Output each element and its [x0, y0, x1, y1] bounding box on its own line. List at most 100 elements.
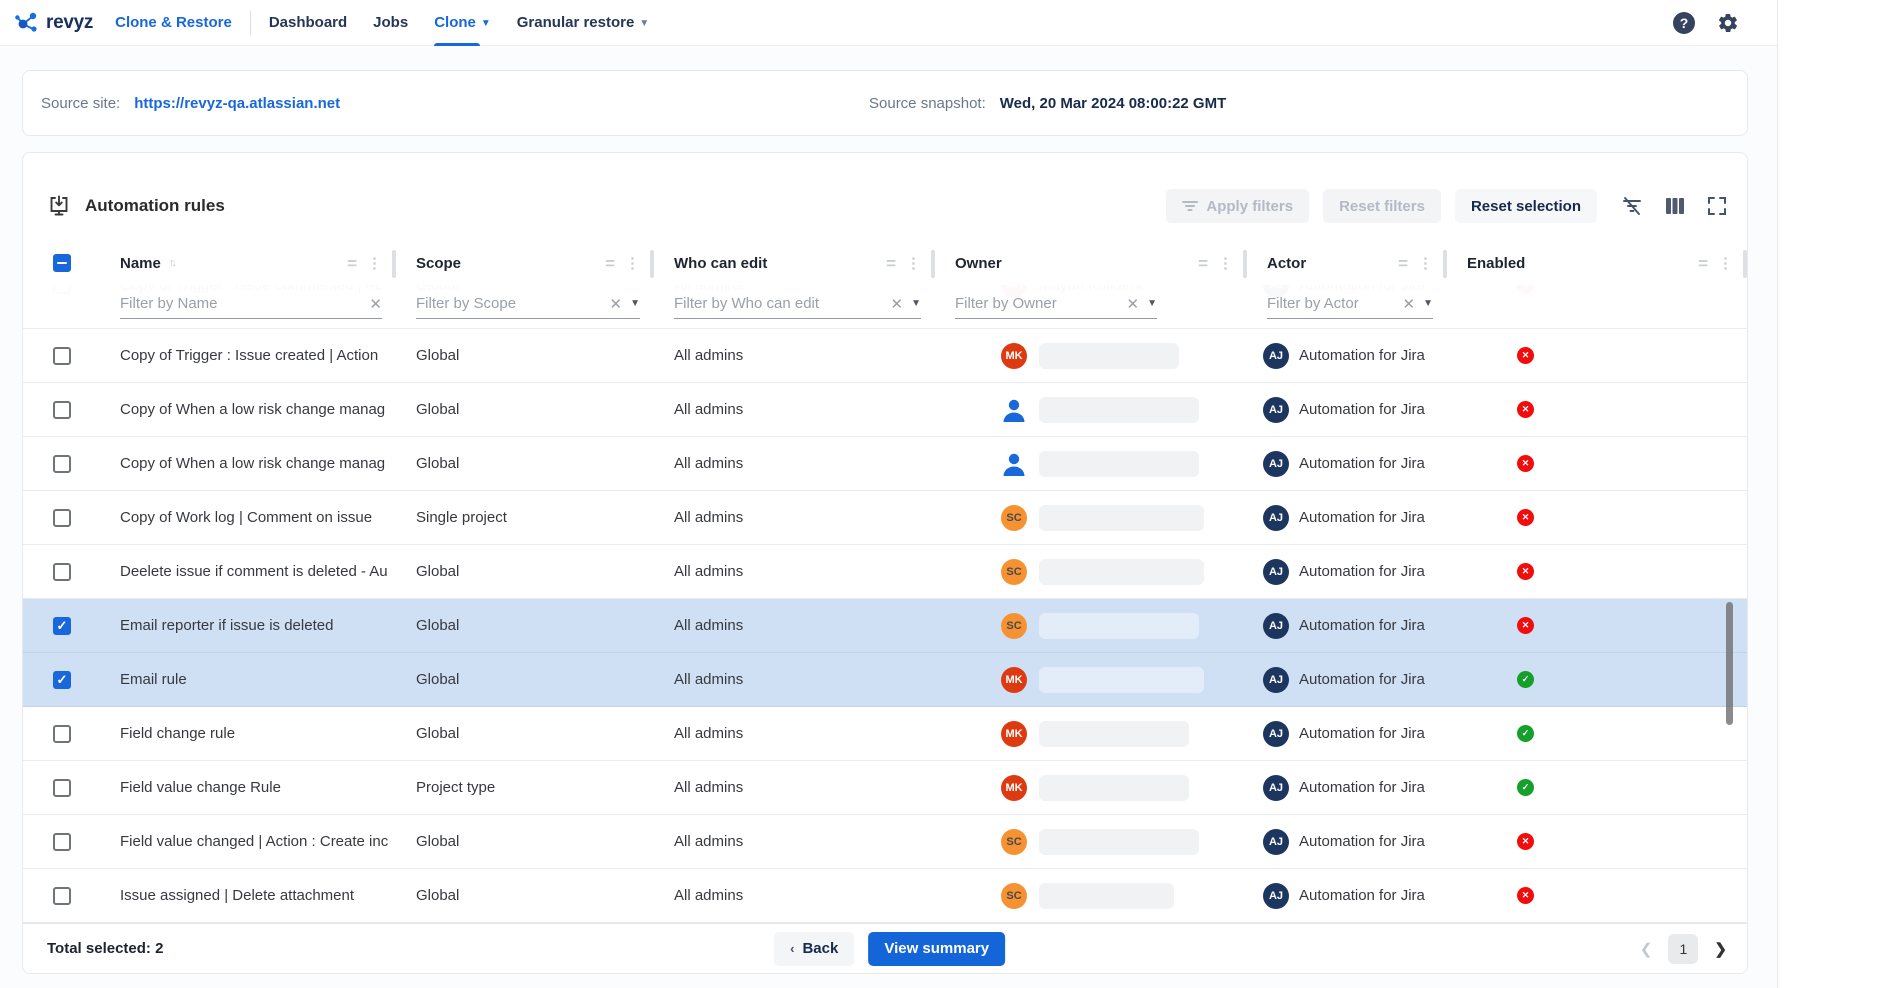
rule-actor: AJAutomation for Jira — [1247, 545, 1447, 598]
current-page[interactable]: 1 — [1668, 934, 1698, 964]
gear-icon[interactable] — [1717, 12, 1739, 34]
clear-filters-icon[interactable] — [1621, 195, 1643, 217]
source-snapshot-label: Source snapshot: — [869, 95, 986, 112]
rule-owner — [935, 383, 1247, 436]
chevron-down-icon[interactable]: ▼ — [1423, 298, 1433, 309]
row-checkbox[interactable] — [53, 833, 71, 851]
row-checkbox[interactable] — [53, 509, 71, 527]
column-filter-icon[interactable]: = — [347, 255, 357, 272]
check-icon: ✓ — [57, 673, 68, 686]
rule-actor: AJAutomation for Jira — [1247, 599, 1447, 652]
table-row[interactable]: Copy of When a low risk change managGlob… — [23, 437, 1747, 491]
sort-icon[interactable]: ↑↓ — [169, 257, 174, 269]
row-checkbox[interactable]: ✓ — [53, 617, 71, 635]
who-can-edit-filter-input[interactable] — [674, 295, 883, 312]
disabled-status-icon: ✕ — [1517, 887, 1534, 904]
table-row[interactable]: ✓Email reporter if issue is deletedGloba… — [23, 599, 1747, 653]
row-checkbox[interactable] — [53, 455, 71, 473]
rule-actor: AJAutomation for Jira — [1247, 707, 1447, 760]
disabled-status-icon: ✕ — [1517, 509, 1534, 526]
rule-name: Copy of When a low risk change manag — [100, 383, 396, 436]
redacted-owner-name — [1039, 397, 1199, 423]
column-filter-icon[interactable]: = — [1198, 255, 1208, 272]
table-row[interactable]: Field value change RuleProject typeAll a… — [23, 761, 1747, 815]
row-checkbox[interactable] — [53, 401, 71, 419]
col-header-scope: Scope = ⋮ — [396, 241, 654, 285]
actor-avatar: AJ — [1263, 829, 1289, 855]
brand-logo[interactable]: revyz — [14, 10, 93, 36]
scope-filter-input[interactable] — [416, 295, 602, 312]
select-all-checkbox[interactable] — [53, 254, 71, 272]
column-filter-icon[interactable]: = — [1698, 255, 1708, 272]
rule-owner: SC — [935, 491, 1247, 544]
table-row[interactable]: Copy of Work log | Comment on issueSingl… — [23, 491, 1747, 545]
column-menu-icon[interactable]: ⋮ — [625, 256, 640, 271]
restore-monitor-icon — [47, 194, 71, 218]
back-button[interactable]: ‹ Back — [774, 932, 854, 966]
check-icon: ✓ — [57, 619, 68, 632]
vertical-scrollbar-thumb[interactable] — [1726, 602, 1733, 725]
redacted-owner-name — [1039, 343, 1179, 369]
actor-avatar: AJ — [1263, 775, 1289, 801]
clear-filter-icon[interactable]: ✕ — [1127, 295, 1140, 313]
view-summary-button[interactable]: View summary — [868, 932, 1005, 966]
chevron-down-icon[interactable]: ▼ — [630, 298, 640, 309]
table-row[interactable]: Issue assigned | Delete attachmentGlobal… — [23, 869, 1747, 923]
clear-filter-icon[interactable]: ✕ — [369, 295, 382, 313]
owner-avatar: MK — [1001, 721, 1027, 747]
nav-item-clone[interactable]: Clone ▼ — [434, 0, 491, 46]
revyz-logo-icon — [14, 10, 40, 36]
column-filter-icon[interactable]: = — [605, 255, 615, 272]
nav-item-dashboard[interactable]: Dashboard — [269, 0, 347, 46]
table-row[interactable]: ✓Email ruleGlobalAll adminsMKAJAutomatio… — [23, 653, 1747, 707]
chevron-down-icon[interactable]: ▼ — [1147, 298, 1157, 309]
rule-name: Email rule — [100, 653, 396, 706]
owner-filter-input[interactable] — [955, 295, 1119, 312]
nav-item-granular-restore[interactable]: Granular restore ▼ — [517, 0, 649, 46]
nav-product-link[interactable]: Clone & Restore — [115, 14, 232, 31]
next-page-icon[interactable]: ❯ — [1714, 940, 1727, 958]
table-row[interactable]: Copy of When a low risk change managGlob… — [23, 383, 1747, 437]
fullscreen-icon[interactable] — [1707, 196, 1727, 216]
chevron-down-icon[interactable]: ▼ — [911, 298, 921, 309]
clear-filter-icon[interactable]: ✕ — [891, 295, 904, 313]
column-resize-handle[interactable] — [1743, 250, 1747, 278]
owner-avatar: SC — [1001, 829, 1027, 855]
actor-filter-input[interactable] — [1267, 295, 1395, 312]
clear-filter-icon[interactable]: ✕ — [1403, 295, 1416, 313]
rule-scope: Global — [396, 707, 654, 760]
redacted-owner-name — [1039, 667, 1204, 693]
table-row[interactable]: Field value changed | Action : Create in… — [23, 815, 1747, 869]
nav-item-jobs[interactable]: Jobs — [373, 0, 408, 46]
chevron-left-icon: ‹ — [790, 941, 794, 956]
row-checkbox[interactable] — [53, 887, 71, 905]
table-row[interactable]: Deelete issue if comment is deleted - Au… — [23, 545, 1747, 599]
prev-page-icon[interactable]: ❮ — [1640, 940, 1653, 958]
row-checkbox[interactable] — [53, 347, 71, 365]
column-menu-icon[interactable]: ⋮ — [906, 256, 921, 271]
column-filter-icon[interactable]: = — [886, 255, 896, 272]
column-menu-icon[interactable]: ⋮ — [1218, 256, 1233, 271]
rule-actor: AJAutomation for Jira — [1247, 653, 1447, 706]
table-row[interactable]: Copy of Trigger : Issue created | Action… — [23, 329, 1747, 383]
row-checkbox[interactable] — [53, 779, 71, 797]
row-checkbox[interactable]: ✓ — [53, 671, 71, 689]
apply-filters-button[interactable]: Apply filters — [1166, 189, 1309, 223]
columns-icon[interactable] — [1665, 196, 1685, 216]
name-filter: ✕ — [120, 295, 382, 319]
source-site-link[interactable]: https://revyz-qa.atlassian.net — [134, 95, 340, 112]
name-filter-input[interactable] — [120, 295, 361, 312]
reset-filters-button[interactable]: Reset filters — [1323, 189, 1441, 223]
column-menu-icon[interactable]: ⋮ — [367, 256, 382, 271]
redacted-owner-name — [1039, 451, 1199, 477]
column-menu-icon[interactable]: ⋮ — [1718, 256, 1733, 271]
row-checkbox[interactable] — [53, 563, 71, 581]
column-menu-icon[interactable]: ⋮ — [1418, 256, 1433, 271]
help-icon[interactable]: ? — [1673, 12, 1695, 34]
table-row[interactable]: Field change ruleGlobalAll adminsMKAJAut… — [23, 707, 1747, 761]
clear-filter-icon[interactable]: ✕ — [610, 295, 623, 313]
row-checkbox[interactable] — [53, 725, 71, 743]
rule-owner: MK — [935, 707, 1247, 760]
column-filter-icon[interactable]: = — [1398, 255, 1408, 272]
reset-selection-button[interactable]: Reset selection — [1455, 189, 1597, 223]
